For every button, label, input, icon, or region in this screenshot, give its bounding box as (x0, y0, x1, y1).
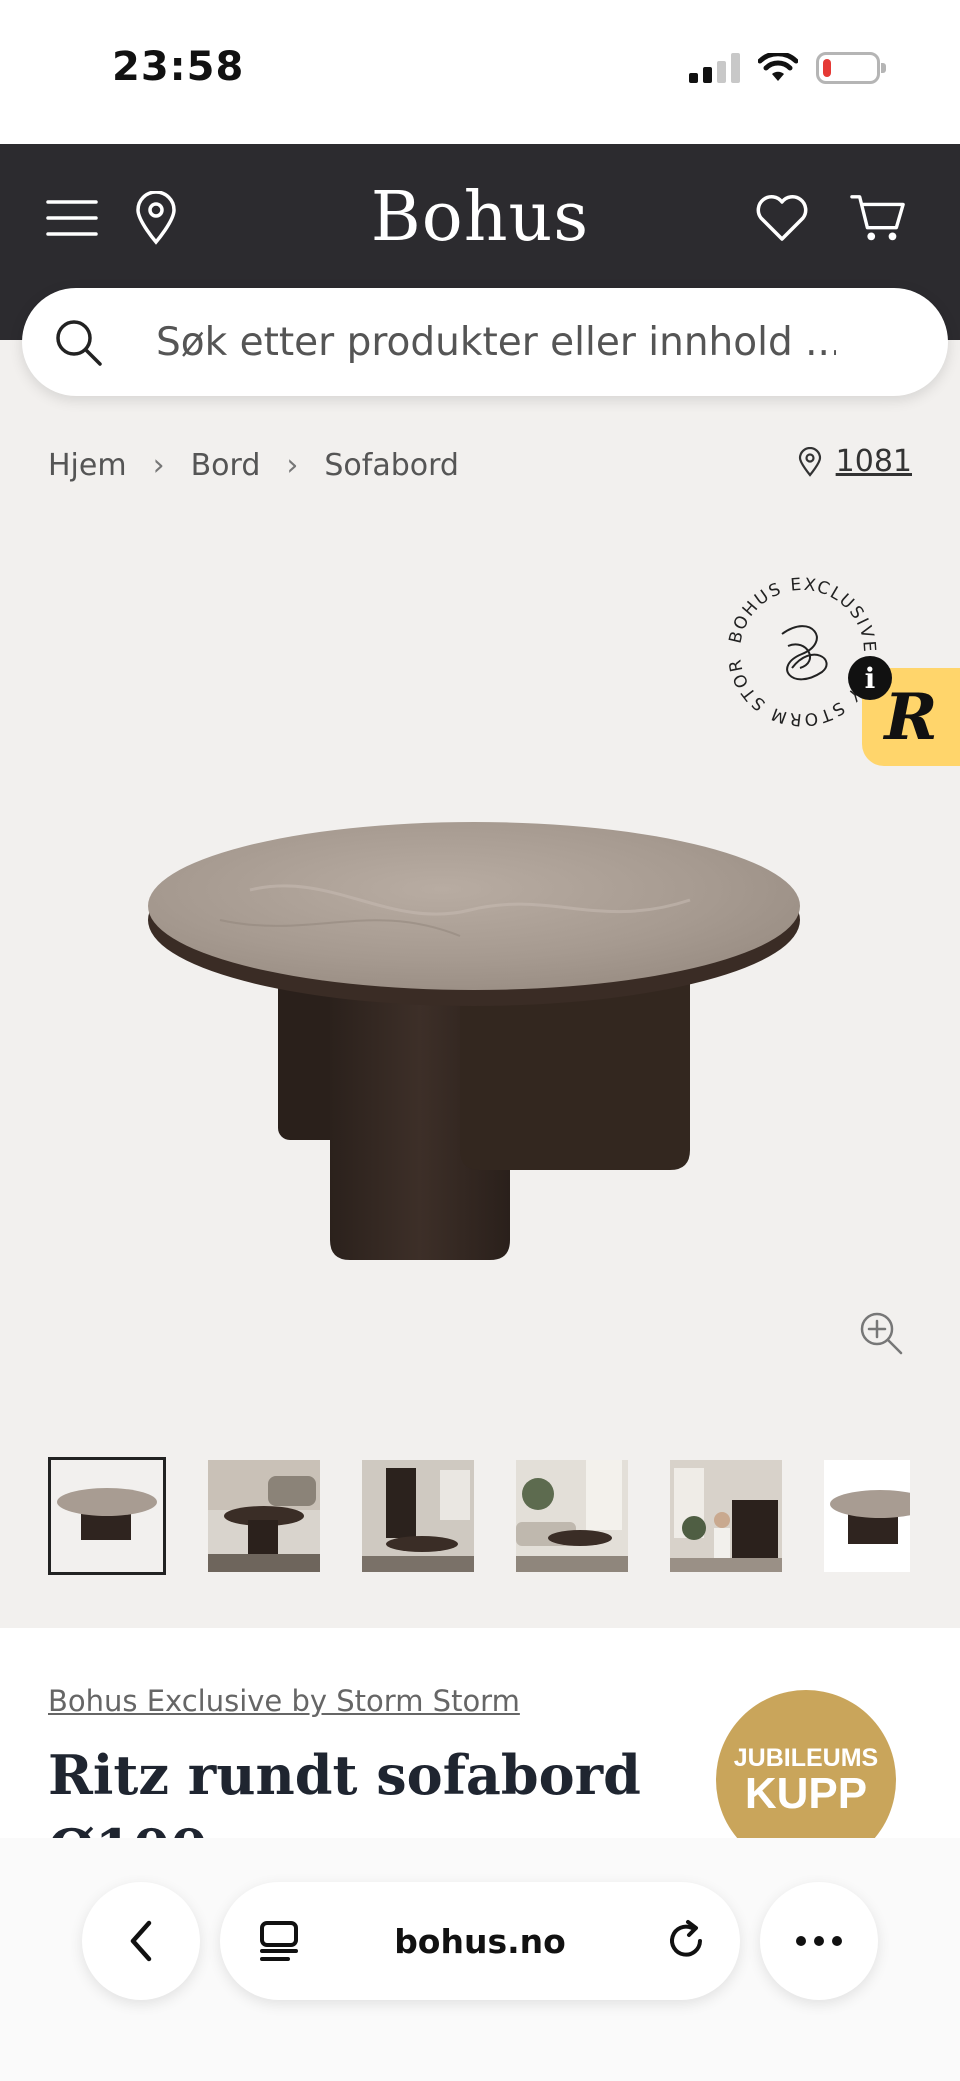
reload-icon[interactable] (664, 1919, 708, 1963)
product-title: Ritz rundt sofabord Ø100 (48, 1743, 641, 1838)
cellular-signal-icon (689, 53, 740, 83)
brand-link[interactable]: Bohus Exclusive by Storm Storm (48, 1684, 520, 1718)
thumbnail-5[interactable] (670, 1460, 782, 1572)
status-icons (689, 52, 886, 84)
heart-icon[interactable] (754, 190, 810, 246)
search-bar[interactable] (22, 288, 948, 396)
location-pin-icon (798, 446, 821, 477)
store-number[interactable]: 1081 (836, 444, 912, 479)
jubileums-kupp-badge: JUBILEUMS KUPP (716, 1690, 896, 1838)
chevron-left-icon (130, 1920, 152, 1962)
status-time: 23:58 (112, 44, 245, 90)
product-gallery: Hjem › Bord › Sofabord 1081 BOHUS EXCLUS… (0, 340, 960, 1628)
chevron-right-icon: › (286, 448, 299, 483)
thumbnail-3[interactable] (362, 1460, 474, 1572)
thumbnail-6[interactable] (824, 1460, 910, 1572)
chevron-right-icon: › (152, 448, 165, 483)
thumbnail-1[interactable] (48, 1457, 166, 1575)
breadcrumb-item[interactable]: Sofabord (324, 448, 459, 483)
breadcrumb-item[interactable]: Bord (191, 448, 261, 483)
product-image[interactable] (130, 700, 810, 1540)
browser-toolbar: bohus.no (0, 1838, 960, 2081)
address-bar[interactable]: bohus.no (220, 1882, 740, 2000)
zoom-in-icon[interactable] (858, 1310, 904, 1356)
status-bar: 23:58 (0, 0, 960, 144)
info-icon[interactable]: i (848, 656, 892, 700)
search-input[interactable] (156, 319, 836, 365)
bohus-logo[interactable]: Bohus (0, 178, 960, 257)
deal-badge-bottom: KUPP (744, 1769, 868, 1818)
thumbnail-2[interactable] (208, 1460, 320, 1572)
back-button[interactable] (82, 1882, 200, 2000)
url-text[interactable]: bohus.no (220, 1922, 740, 1961)
wifi-icon (758, 53, 798, 81)
thumbnail-4[interactable] (516, 1460, 628, 1572)
store-selector[interactable]: 1081 (798, 444, 912, 479)
breadcrumb-item[interactable]: Hjem (48, 448, 127, 483)
product-info: Bohus Exclusive by Storm Storm Ritz rund… (0, 1628, 960, 1838)
breadcrumb: Hjem › Bord › Sofabord (48, 448, 459, 483)
deal-badge-top: JUBILEUMS (733, 1744, 879, 1772)
battery-icon (816, 52, 886, 84)
cart-icon[interactable] (850, 190, 906, 246)
more-options-button[interactable] (760, 1882, 878, 2000)
thumbnail-strip (48, 1457, 910, 1575)
more-icon (796, 1936, 842, 1946)
search-icon[interactable] (52, 316, 104, 368)
